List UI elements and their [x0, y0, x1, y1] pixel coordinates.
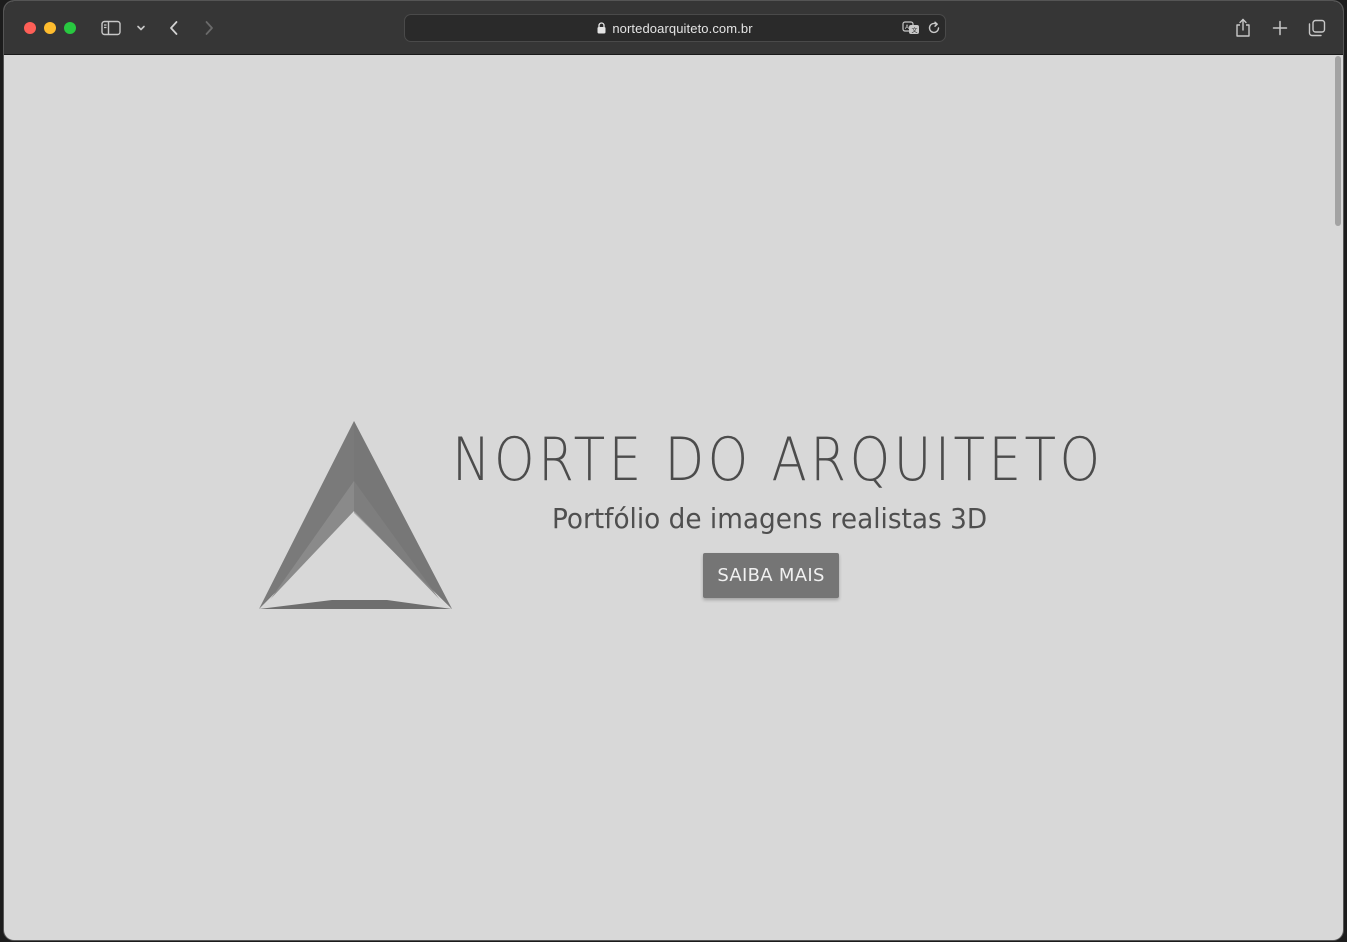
page-scrollbar[interactable] — [1335, 56, 1341, 226]
tabs-icon[interactable] — [1306, 17, 1328, 39]
address-bar[interactable]: nortedoarquiteto.com.br A 文 — [404, 14, 946, 42]
window-close-button[interactable] — [24, 22, 36, 34]
chevron-left-icon[interactable] — [164, 17, 184, 39]
browser-window: nortedoarquiteto.com.br A 文 NORTE DO ARQ… — [4, 1, 1343, 940]
browser-toolbar: nortedoarquiteto.com.br A 文 — [4, 1, 1343, 55]
window-minimize-button[interactable] — [44, 22, 56, 34]
window-maximize-button[interactable] — [64, 22, 76, 34]
address-bar-text-wrap: nortedoarquiteto.com.br — [405, 21, 945, 37]
plus-icon[interactable] — [1269, 17, 1291, 39]
lock-icon — [597, 22, 606, 37]
page-subtitle: Portfólio de imagens realistas 3D — [552, 502, 988, 535]
chevron-down-icon[interactable] — [134, 19, 148, 37]
sidebar-icon[interactable] — [100, 17, 122, 39]
page-title: NORTE DO ARQUITETO — [452, 425, 1104, 495]
triangle-logo — [259, 421, 452, 609]
saiba-mais-button[interactable]: SAIBA MAIS — [703, 553, 839, 598]
svg-text:文: 文 — [912, 27, 918, 35]
url-text: nortedoarquiteto.com.br — [612, 21, 753, 36]
chevron-right-icon[interactable] — [199, 17, 219, 39]
reload-icon[interactable] — [926, 20, 942, 36]
share-icon[interactable] — [1232, 16, 1254, 40]
translate-icon[interactable]: A 文 — [901, 20, 921, 36]
